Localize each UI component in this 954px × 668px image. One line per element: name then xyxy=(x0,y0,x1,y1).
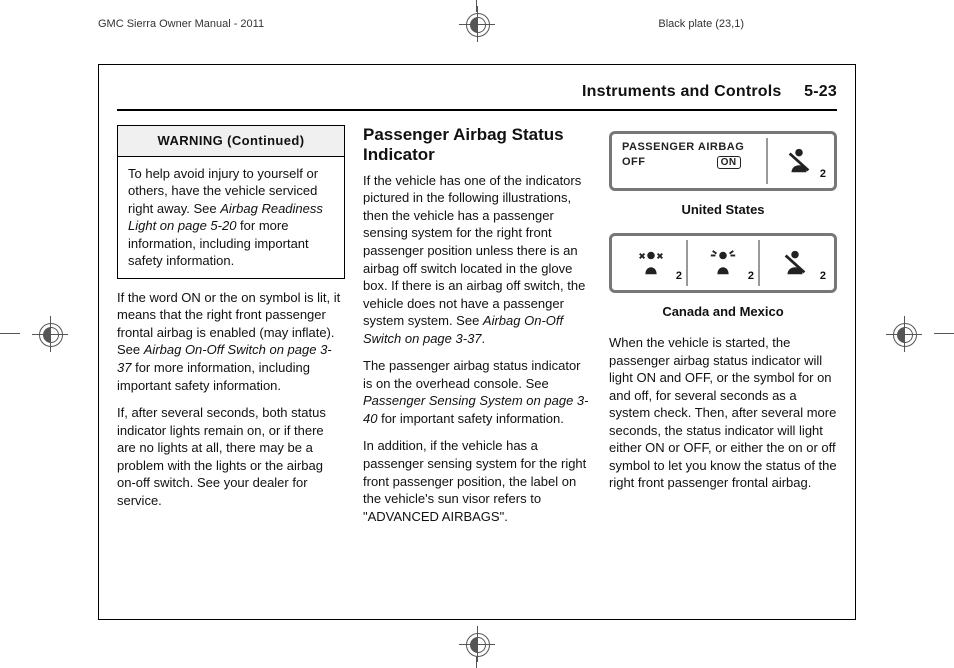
col1-p1b: for more information, including importan… xyxy=(117,360,310,393)
person-off-icon xyxy=(636,248,666,278)
column-3: PASSENGER AIRBAG OFF ON xyxy=(609,125,837,525)
section-title: Instruments and Controls xyxy=(582,83,781,100)
indicator-us-off: OFF xyxy=(622,156,646,168)
column-2: Passenger Airbag Status Indicator If the… xyxy=(363,125,591,525)
indicator-us: PASSENGER AIRBAG OFF ON xyxy=(609,131,837,191)
col2-p1b: . xyxy=(482,331,486,346)
column-1: WARNING (Continued) To help avoid injury… xyxy=(117,125,345,525)
register-mark-left xyxy=(32,316,68,352)
col2-para1: If the vehicle has one of the indicators… xyxy=(363,172,591,347)
caption-ca: Canada and Mexico xyxy=(609,303,837,321)
indicator-subscript: 2 xyxy=(820,167,826,182)
col1-para2: If, after several seconds, both status i… xyxy=(117,404,345,509)
indicator-ca-seatbelt: 2 xyxy=(760,240,830,286)
manual-title: GMC Sierra Owner Manual - 2011 xyxy=(98,18,264,30)
indicator-us-on: ON xyxy=(717,156,741,169)
col2-p2a: The passenger airbag status indicator is… xyxy=(363,358,581,391)
register-mark-bottom xyxy=(459,626,495,662)
person-on-icon xyxy=(708,248,738,278)
col2-p1a: If the vehicle has one of the indicators… xyxy=(363,173,585,328)
page: GMC Sierra Owner Manual - 2011 Black pla… xyxy=(0,0,954,668)
warning-heading: WARNING (Continued) xyxy=(118,126,344,157)
tick-top xyxy=(476,0,477,12)
warning-body: To help avoid injury to yourself or othe… xyxy=(118,157,344,278)
indicator-us-seatbelt: 2 xyxy=(768,138,831,184)
indicator-ca-on: 2 xyxy=(688,240,760,286)
indicator-subscript: 2 xyxy=(748,269,754,284)
col2-heading: Passenger Airbag Status Indicator xyxy=(363,125,591,166)
content-frame: Instruments and Controls 5-23 WARNING (C… xyxy=(98,64,856,620)
running-head: Instruments and Controls 5-23 xyxy=(117,83,837,111)
columns: WARNING (Continued) To help avoid injury… xyxy=(117,125,837,525)
col2-para3: In addition, if the vehicle has a passen… xyxy=(363,437,591,525)
register-mark-right xyxy=(886,316,922,352)
warning-box: WARNING (Continued) To help avoid injury… xyxy=(117,125,345,279)
indicator-ca-off: 2 xyxy=(616,240,688,286)
indicator-us-text: PASSENGER AIRBAG OFF ON xyxy=(616,138,768,184)
indicator-subscript: 2 xyxy=(820,269,826,284)
col1-para1: If the word ON or the on symbol is lit, … xyxy=(117,289,345,394)
tick-left xyxy=(0,333,20,334)
tick-bottom xyxy=(476,656,477,668)
seatbelt-icon xyxy=(780,248,810,278)
page-number: 5-23 xyxy=(786,83,837,100)
indicator-ca: 2 2 xyxy=(609,233,837,293)
indicator-us-line1: PASSENGER AIRBAG xyxy=(622,140,760,155)
register-mark-top xyxy=(459,6,495,42)
tick-right xyxy=(934,333,954,334)
plate-label: Black plate (23,1) xyxy=(658,18,744,30)
seatbelt-icon xyxy=(784,146,814,176)
col2-p2b: for important safety information. xyxy=(377,411,563,426)
col3-para1: When the vehicle is started, the passeng… xyxy=(609,334,837,492)
caption-us: United States xyxy=(609,201,837,219)
col2-para2: The passenger airbag status indicator is… xyxy=(363,357,591,427)
indicator-subscript: 2 xyxy=(676,269,682,284)
